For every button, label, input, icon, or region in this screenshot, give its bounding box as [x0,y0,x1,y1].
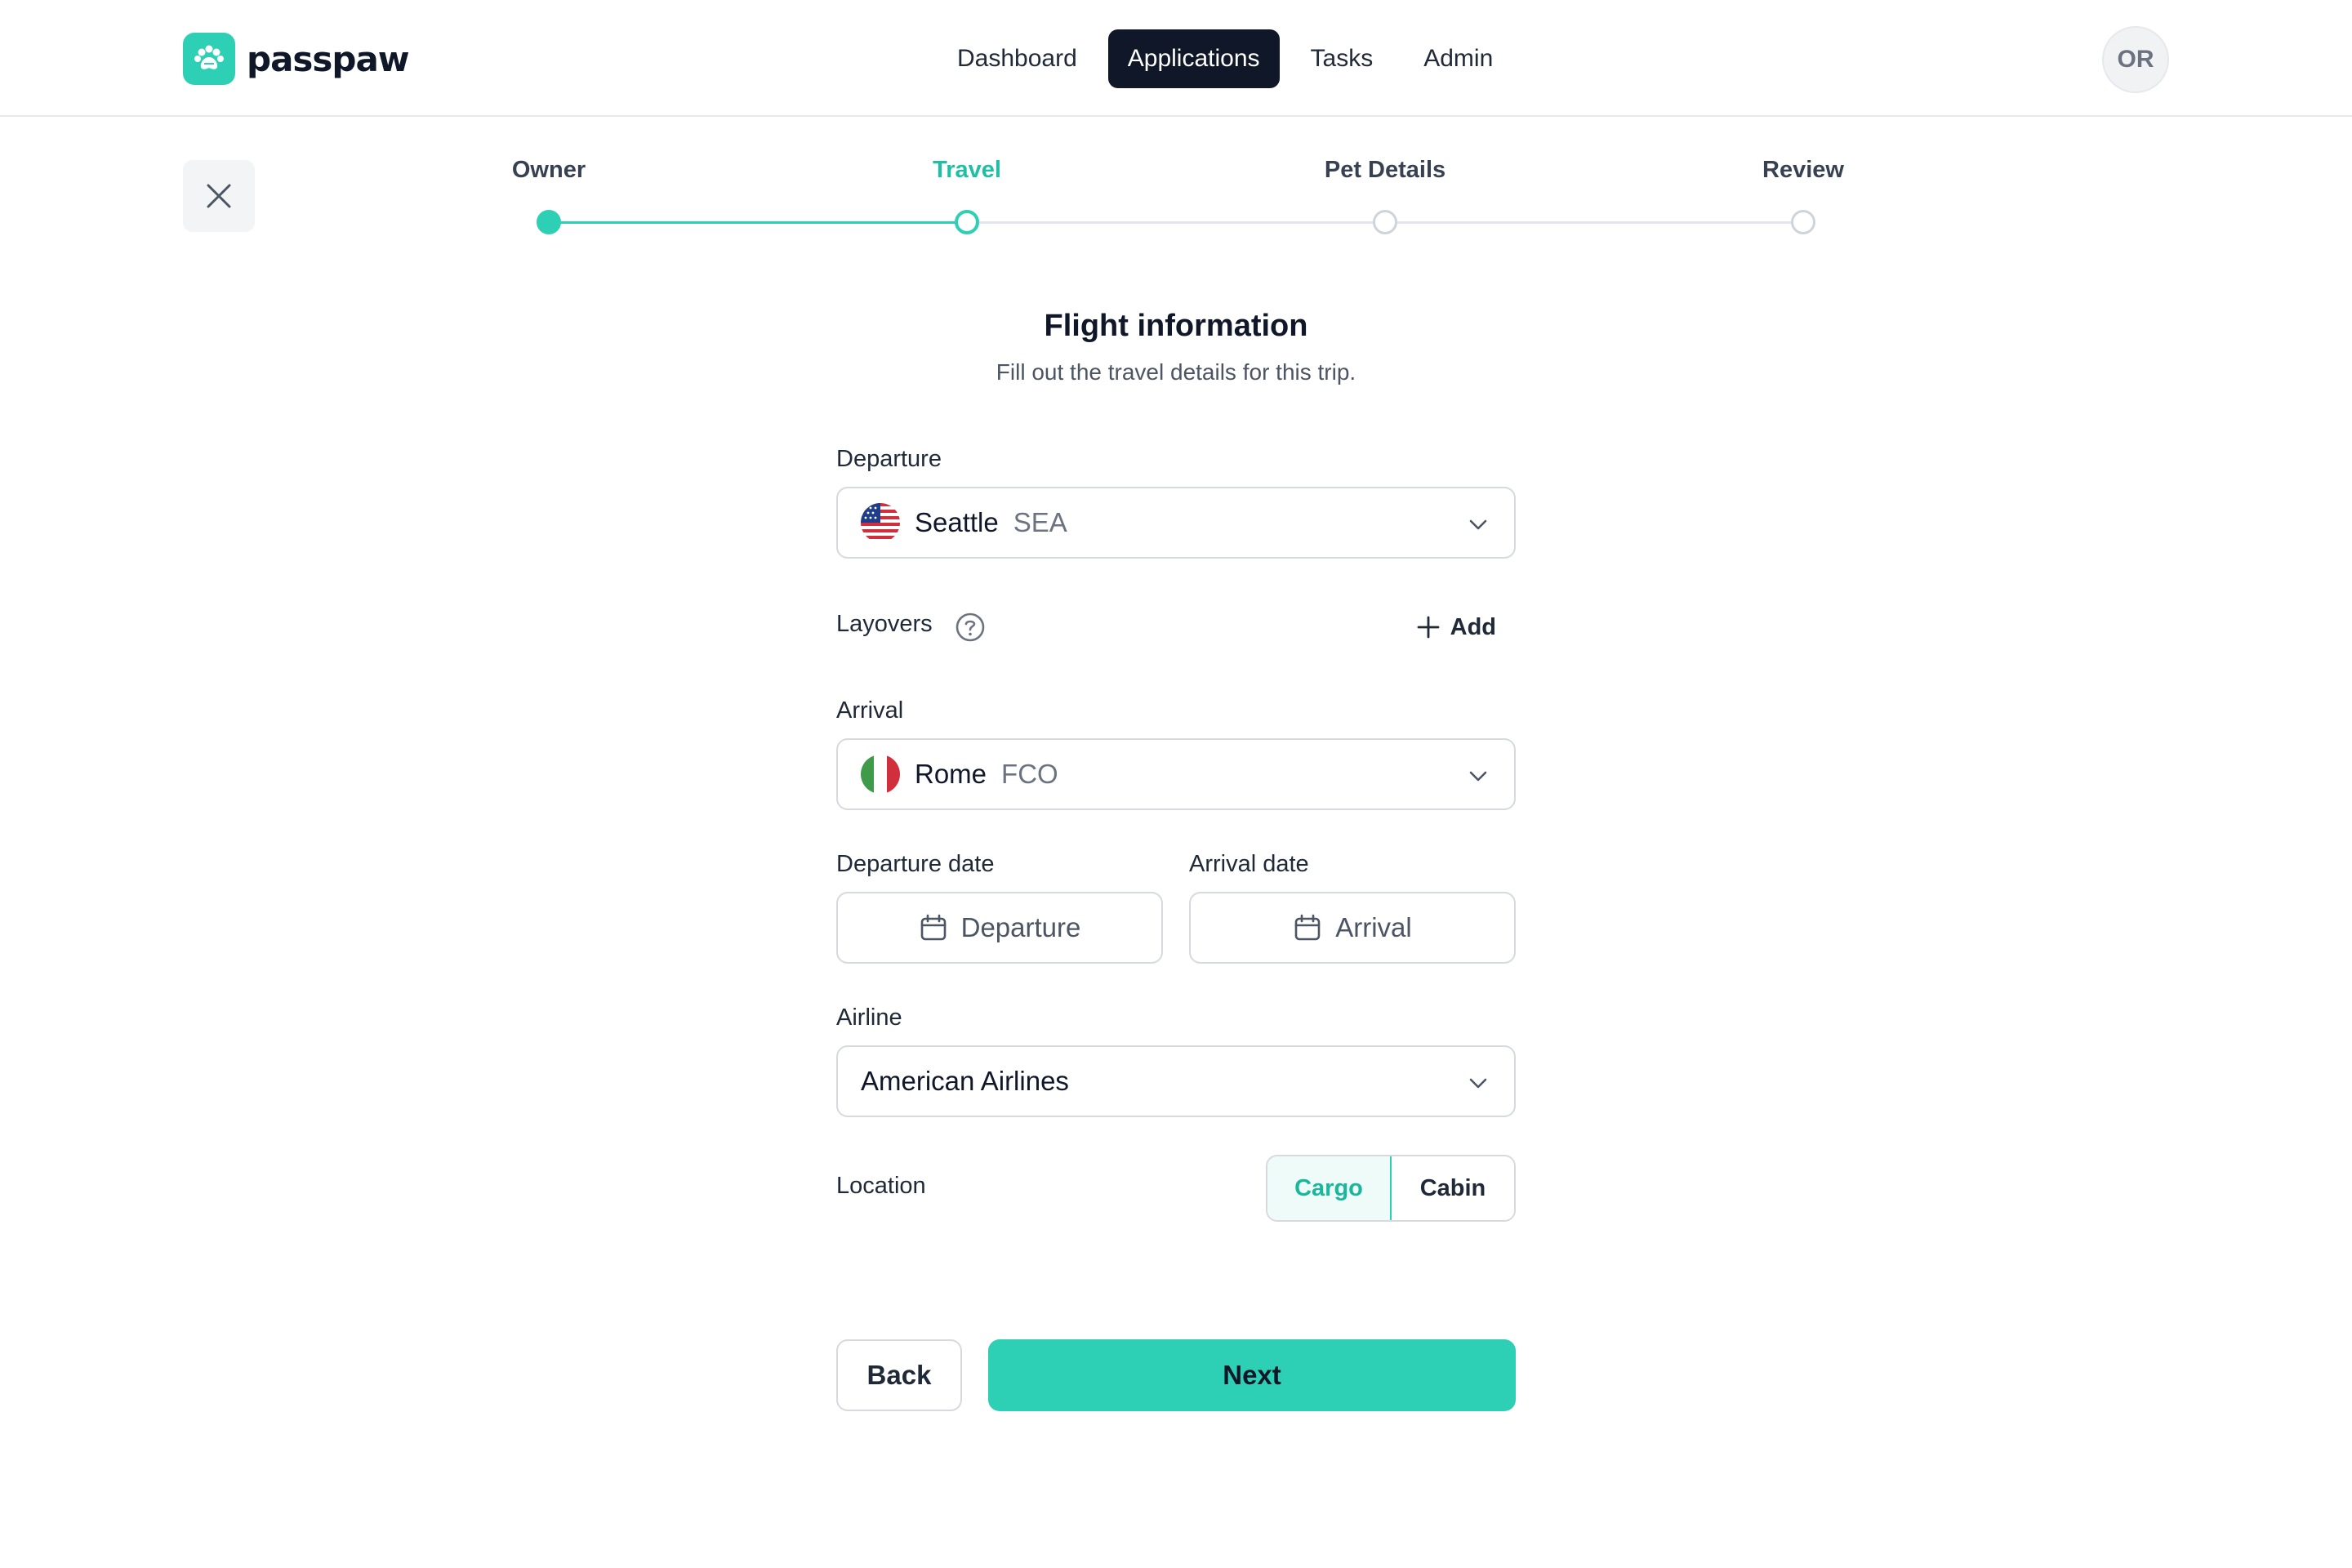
brand[interactable]: passpaw [183,33,410,85]
chevron-down-icon [1469,519,1487,530]
layovers-row: Layovers Add [836,608,1516,647]
chevron-down-icon [1469,1078,1487,1089]
location-option-cargo[interactable]: Cargo [1267,1156,1392,1220]
step-dot-review [1791,210,1815,234]
departure-label: Departure [836,446,942,472]
next-button[interactable]: Next [988,1339,1516,1411]
arrival-date-label: Arrival date [1189,851,1309,877]
step-connector-done [549,221,967,224]
arrival-date-picker[interactable]: Arrival [1189,892,1516,964]
departure-select[interactable]: Seattle SEA [836,487,1516,559]
us-flag-icon [861,503,900,542]
add-layover-button[interactable]: Add [1416,608,1496,647]
italy-flag-icon [861,755,900,794]
departure-city: Seattle [915,507,999,537]
departure-date-picker[interactable]: Departure [836,892,1163,964]
layovers-label: Layovers [836,611,933,637]
nav-tasks[interactable]: Tasks [1291,29,1393,88]
progress-stepper: Owner Travel Pet Details Review [0,147,2352,245]
form-title: Flight information [1044,309,1308,343]
departure-date-placeholder: Departure [960,912,1081,942]
location-toggle: Cargo Cabin [1266,1155,1516,1222]
back-button[interactable]: Back [836,1339,962,1411]
step-dot-pet-details [1373,210,1397,234]
arrival-select[interactable]: Rome FCO [836,738,1516,810]
airline-select[interactable]: American Airlines [836,1045,1516,1117]
location-option-cabin[interactable]: Cabin [1392,1156,1514,1220]
brand-name: passpaw [247,38,410,79]
main-nav: Dashboard Applications Tasks Admin [938,29,1512,88]
arrival-label: Arrival [836,697,904,724]
plus-icon [1417,616,1440,639]
departure-code: SEA [1013,507,1067,537]
question-circle-icon[interactable] [954,611,987,644]
form-subtitle: Fill out the travel details for this tri… [996,359,1356,385]
airline-value: American Airlines [861,1066,1069,1096]
nav-applications[interactable]: Applications [1107,29,1280,88]
user-avatar[interactable]: OR [2102,26,2169,93]
calendar-icon [1294,914,1321,941]
step-label-travel: Travel [933,157,1001,183]
step-dot-travel[interactable] [955,210,979,234]
departure-date-label: Departure date [836,851,995,877]
step-dot-owner[interactable] [537,210,561,234]
calendar-icon [920,914,946,941]
nav-dashboard[interactable]: Dashboard [938,29,1097,88]
top-navbar: passpaw Dashboard Applications Tasks Adm… [0,0,2352,117]
chevron-down-icon [1469,771,1487,782]
step-label-review: Review [1762,157,1844,183]
paw-icon [183,33,235,85]
location-label: Location [836,1173,926,1199]
step-label-owner: Owner [511,157,586,183]
arrival-date-placeholder: Arrival [1335,912,1412,942]
airline-label: Airline [836,1004,902,1031]
add-layover-label: Add [1450,613,1496,640]
arrival-city: Rome [915,759,987,789]
location-row: Location Cargo Cabin [836,1155,1516,1222]
arrival-code: FCO [1001,759,1058,789]
step-label-pet-details: Pet Details [1324,157,1446,183]
nav-admin[interactable]: Admin [1404,29,1512,88]
